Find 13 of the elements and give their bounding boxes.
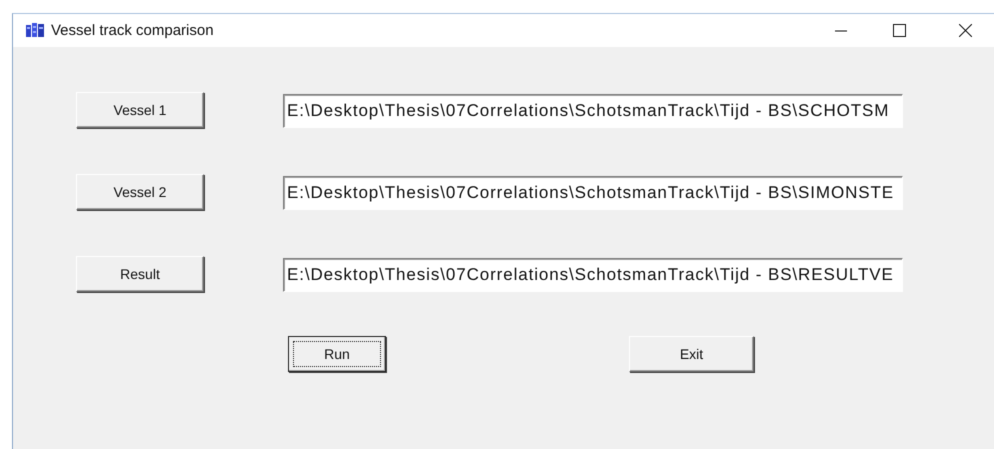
path-field[interactable]: E:\Desktop\Thesis\07Correlations\SchotsmanTrack\Tijd - BS\SCHOTSM <box>283 94 903 128</box>
close-icon <box>958 24 972 37</box>
action-button[interactable]: Exit <box>629 336 754 372</box>
path-field[interactable]: E:\Desktop\Thesis\07Correlations\SchotsmanTrack\Tijd - BS\RESULTVE <box>283 258 903 292</box>
file-button[interactable]: Result <box>76 256 204 292</box>
path-field[interactable]: E:\Desktop\Thesis\07Correlations\SchotsmanTrack\Tijd - BS\SIMONSTE <box>283 176 903 210</box>
file-button[interactable]: Vessel 2 <box>76 174 204 210</box>
action-button[interactable]: Run <box>288 336 386 372</box>
file-button[interactable]: Vessel 1 <box>76 92 204 128</box>
minimize-icon <box>835 30 847 32</box>
maximize-icon <box>892 24 906 37</box>
app-icon <box>25 22 45 39</box>
window-title: Vessel track comparison <box>51 22 215 39</box>
